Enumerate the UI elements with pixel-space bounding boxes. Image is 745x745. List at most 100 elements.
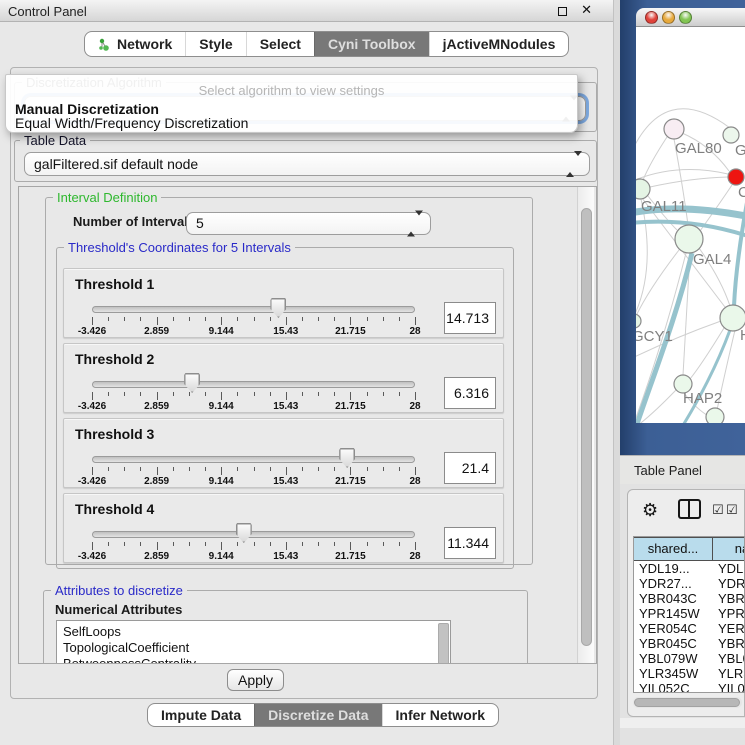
close-icon[interactable]: ✕ xyxy=(581,3,592,18)
mac-close-button[interactable] xyxy=(645,11,658,24)
threshold-slider-thumb[interactable] xyxy=(236,523,252,543)
table-row[interactable]: YIL052CYIL0 xyxy=(634,681,744,693)
attribute-item[interactable]: BetweennessCentrality xyxy=(57,656,450,664)
checkbox-icon[interactable]: ☑ xyxy=(726,503,738,518)
threshold-label: Threshold 2 xyxy=(75,351,154,367)
tab-impute-data[interactable]: Impute Data xyxy=(148,704,254,726)
threshold-value-input[interactable]: 11.344 xyxy=(444,527,496,559)
tick-mark xyxy=(302,317,303,321)
column-header[interactable]: shared... xyxy=(633,537,713,561)
tab-discretize-data[interactable]: Discretize Data xyxy=(254,704,381,726)
node-label: GCY1 xyxy=(636,328,673,345)
tick-mark xyxy=(124,467,125,471)
numerical-attributes-title: Numerical Attributes xyxy=(55,602,182,617)
tick-mark xyxy=(173,392,174,396)
threshold-slider[interactable] xyxy=(92,306,415,313)
table-hscrollbar[interactable] xyxy=(633,697,742,708)
split-columns-icon[interactable] xyxy=(678,499,701,519)
panel-divider[interactable] xyxy=(613,0,620,745)
number-of-intervals-label: Number of Intervals xyxy=(73,214,195,229)
attribute-item[interactable]: TopologicalCoefficient xyxy=(57,640,450,656)
tab-style[interactable]: Style xyxy=(185,32,245,56)
threshold-value-input[interactable]: 21.4 xyxy=(444,452,496,484)
top-right-node[interactable] xyxy=(723,127,739,143)
network-edge[interactable] xyxy=(650,177,728,187)
threshold-label: Threshold 4 xyxy=(75,501,154,517)
tick-label: 9.144 xyxy=(209,401,234,412)
tick-mark xyxy=(205,542,206,546)
table-row[interactable]: YPR145WYPR1 xyxy=(634,606,744,621)
network-edge[interactable] xyxy=(636,170,728,183)
gal11-node[interactable] xyxy=(636,179,650,199)
network-edge[interactable] xyxy=(690,328,724,379)
settings-scroll-panel: Interval Definition Number of Intervals … xyxy=(18,186,597,664)
float-window-icon[interactable] xyxy=(558,7,567,16)
tick-mark xyxy=(157,467,158,475)
table-row[interactable]: YLR345WYLR3 xyxy=(634,666,744,681)
checkbox-icon[interactable]: ☑ xyxy=(712,503,724,518)
list-scrollbar[interactable] xyxy=(438,623,449,664)
table-row[interactable]: YDR27...YDR2 xyxy=(634,576,744,591)
tab-infer-network[interactable]: Infer Network xyxy=(382,704,498,726)
table-panel-window: ⚙ ☑ ☑ shared...na YDL19...YDL1YDR27...YD… xyxy=(627,489,745,717)
table-row[interactable]: YBR043CYBR0 xyxy=(634,591,744,606)
table-row[interactable]: YDL19...YDL1 xyxy=(634,561,744,576)
tick-mark xyxy=(399,467,400,471)
tab-select[interactable]: Select xyxy=(246,32,314,56)
tick-label: 9.144 xyxy=(209,326,234,337)
node-label: GA xyxy=(735,142,745,159)
tick-mark xyxy=(108,467,109,471)
attribute-item[interactable]: SelfLoops xyxy=(57,624,450,640)
tab-cyni-toolbox[interactable]: Cyni Toolbox xyxy=(314,32,429,56)
panel-scrollbar[interactable] xyxy=(577,187,594,664)
number-of-intervals-select[interactable]: 5 xyxy=(186,212,431,235)
threshold-slider-thumb[interactable] xyxy=(339,448,355,468)
network-edge[interactable] xyxy=(636,250,679,316)
algorithm-menu-item[interactable]: Equal Width/Frequency Discretization xyxy=(15,116,568,131)
gcy1-node[interactable] xyxy=(636,314,641,328)
column-header[interactable]: na xyxy=(712,537,745,561)
threshold-value-input[interactable]: 14.713 xyxy=(444,302,496,334)
network-window-titlebar[interactable] xyxy=(636,8,745,27)
tick-mark xyxy=(350,317,351,325)
network-edge[interactable] xyxy=(636,199,647,314)
gear-icon[interactable]: ⚙ xyxy=(642,500,658,521)
tick-mark xyxy=(140,467,141,471)
gal80-node[interactable] xyxy=(664,119,684,139)
node-attribute-table[interactable]: shared...na YDL19...YDL1YDR27...YDR2YBR0… xyxy=(633,536,745,693)
threshold-panel: Threshold 3-3.4262.8599.14415.4321.71528… xyxy=(63,418,504,488)
threshold-slider-thumb[interactable] xyxy=(270,298,286,318)
red-node[interactable] xyxy=(728,169,744,185)
tab-label: Network xyxy=(117,36,172,52)
tick-mark xyxy=(124,392,125,396)
mac-minimize-button[interactable] xyxy=(662,11,675,24)
tab-jactivemnodules[interactable]: jActiveMNodules xyxy=(429,32,569,56)
network-view-window[interactable]: GAL80GACGAL11GAL4GCY1HHAP2 xyxy=(636,8,745,423)
tick-mark xyxy=(350,392,351,400)
network-edge-highlighted[interactable] xyxy=(666,330,730,423)
apply-button[interactable]: Apply xyxy=(227,669,284,691)
threshold-slider[interactable] xyxy=(92,531,415,538)
tab-network[interactable]: Network xyxy=(85,32,185,56)
table-row[interactable]: YBL079WYBL0 xyxy=(634,651,744,666)
table-row[interactable]: YBR045CYBR0 xyxy=(634,636,744,651)
tick-mark xyxy=(334,542,335,546)
threshold-value-input[interactable]: 6.316 xyxy=(444,377,496,409)
tick-label: 21.715 xyxy=(335,551,366,562)
bottom-node[interactable] xyxy=(706,408,724,423)
threshold-slider[interactable] xyxy=(92,456,415,463)
tick-mark xyxy=(173,542,174,546)
network-canvas[interactable]: GAL80GACGAL11GAL4GCY1HHAP2 xyxy=(636,27,745,423)
table-data-select[interactable]: galFiltered.sif default node xyxy=(24,152,590,176)
threshold-slider[interactable] xyxy=(92,381,415,388)
table-row[interactable]: YER054CYER0 xyxy=(634,621,744,636)
tick-mark xyxy=(189,317,190,321)
tick-label: 2.859 xyxy=(144,476,169,487)
gal4-node[interactable] xyxy=(675,225,703,253)
threshold-panel: Threshold 2-3.4262.8599.14415.4321.71528… xyxy=(63,343,504,413)
threshold-slider-thumb[interactable] xyxy=(184,373,200,393)
node-label: GAL80 xyxy=(675,140,722,157)
numerical-attributes-list[interactable]: SelfLoopsTopologicalCoefficientBetweenne… xyxy=(56,620,451,664)
mac-zoom-button[interactable] xyxy=(679,11,692,24)
tick-mark xyxy=(221,542,222,550)
